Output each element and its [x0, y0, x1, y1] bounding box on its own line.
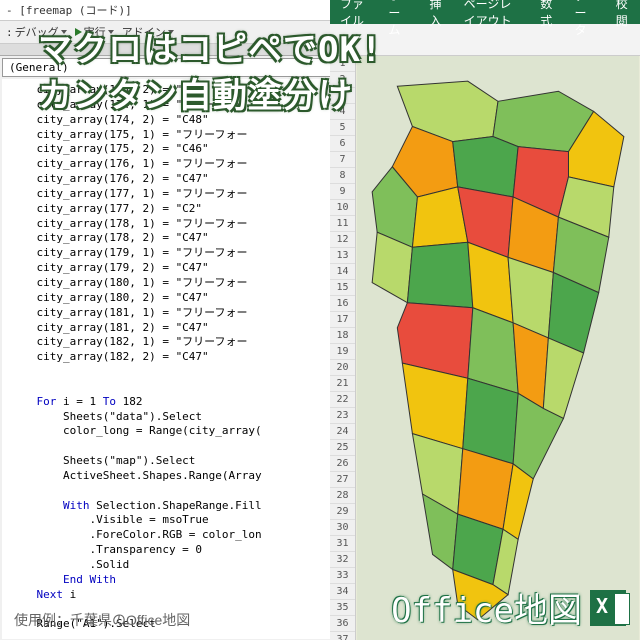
headline-line1: マクロはコピペでOK! [38, 28, 628, 74]
headline-line2: カンタン自動塗分け [38, 74, 628, 120]
row-header[interactable]: 31 [330, 536, 355, 552]
row-header[interactable]: 23 [330, 408, 355, 424]
product-name: Office地図 [391, 583, 582, 632]
ribbon-tab[interactable]: 数式 [530, 0, 564, 29]
excel-icon [590, 590, 626, 626]
ribbon-tab[interactable]: 挿入 [419, 0, 453, 29]
row-header[interactable]: 36 [330, 616, 355, 632]
row-header[interactable]: 15 [330, 280, 355, 296]
row-header[interactable]: 33 [330, 568, 355, 584]
row-header[interactable]: 19 [330, 344, 355, 360]
footer-right-overlay: Office地図 [391, 583, 626, 632]
ribbon-tab[interactable]: ファイル [330, 0, 378, 29]
row-header[interactable]: 16 [330, 296, 355, 312]
row-header[interactable]: 29 [330, 504, 355, 520]
row-header[interactable]: 34 [330, 584, 355, 600]
choropleth-map [356, 56, 640, 640]
footer-left-caption: 使用例：千葉県のOffice地図 [14, 610, 190, 630]
headline-overlay: マクロはコピペでOK! カンタン自動塗分け [38, 28, 628, 120]
row-header[interactable]: 35 [330, 600, 355, 616]
row-header[interactable]: 18 [330, 328, 355, 344]
row-headers: 1234567891011121314151617181920212223242… [330, 56, 356, 640]
map-canvas[interactable] [356, 56, 640, 640]
row-header[interactable]: 28 [330, 488, 355, 504]
row-header[interactable]: 10 [330, 200, 355, 216]
vbe-titlebar: - [freemap (コード)] [0, 0, 379, 21]
row-header[interactable]: 17 [330, 312, 355, 328]
row-header[interactable]: 7 [330, 152, 355, 168]
row-header[interactable]: 32 [330, 552, 355, 568]
ribbon-tab[interactable]: ページレイアウト [454, 0, 531, 29]
row-header[interactable]: 14 [330, 264, 355, 280]
ribbon-tab[interactable]: 校閲 [606, 0, 640, 29]
row-header[interactable]: 9 [330, 184, 355, 200]
row-header[interactable]: 24 [330, 424, 355, 440]
row-header[interactable]: 30 [330, 520, 355, 536]
code-editor[interactable]: city_array(173, 2) = "C47" city_array(17… [2, 79, 377, 639]
row-header[interactable]: 37 [330, 632, 355, 640]
row-header[interactable]: 6 [330, 136, 355, 152]
row-header[interactable]: 22 [330, 392, 355, 408]
excel-ribbon: ファイルホーム挿入ページレイアウト数式データ校閲 [330, 0, 640, 24]
row-header[interactable]: 25 [330, 440, 355, 456]
row-header[interactable]: 20 [330, 360, 355, 376]
row-header[interactable]: 27 [330, 472, 355, 488]
row-header[interactable]: 21 [330, 376, 355, 392]
row-header[interactable]: 26 [330, 456, 355, 472]
row-header[interactable]: 8 [330, 168, 355, 184]
row-header[interactable]: 13 [330, 248, 355, 264]
row-header[interactable]: 12 [330, 232, 355, 248]
row-header[interactable]: 11 [330, 216, 355, 232]
row-header[interactable]: 5 [330, 120, 355, 136]
excel-sheet: 1234567891011121314151617181920212223242… [330, 56, 640, 640]
